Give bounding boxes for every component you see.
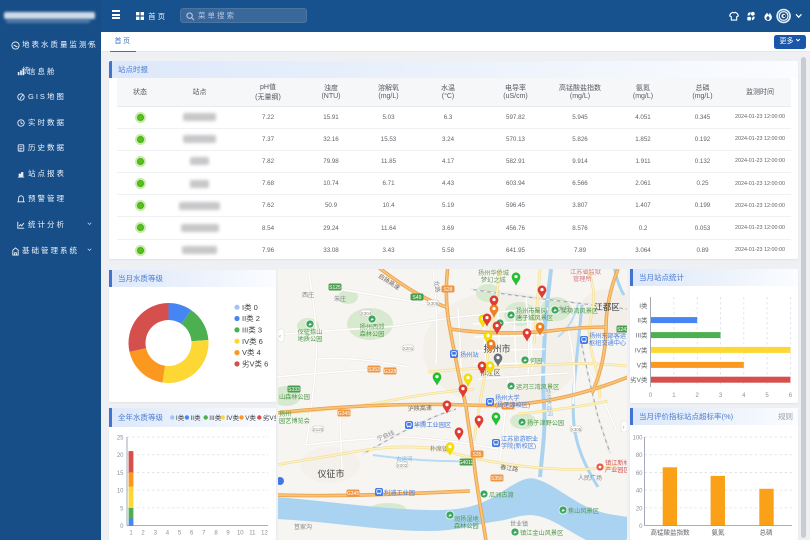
svg-text:笪家沟: 笪家沟 bbox=[294, 523, 312, 531]
svg-text:1: 1 bbox=[129, 531, 133, 537]
svg-text:(扬子津校区): (扬子津校区) bbox=[495, 401, 530, 409]
svg-text:I类 0: I类 0 bbox=[242, 302, 258, 312]
svg-text:森林公园: 森林公园 bbox=[360, 330, 385, 338]
svg-text:地质公园: 地质公园 bbox=[298, 335, 323, 343]
svg-text:I类: I类 bbox=[176, 413, 185, 422]
svg-text:江苏省监狱: 江苏省监狱 bbox=[570, 269, 601, 276]
svg-text:III类 3: III类 3 bbox=[242, 325, 262, 335]
svg-text:劣V类 6: 劣V类 6 bbox=[242, 359, 268, 369]
svg-text:学院(新校区): 学院(新校区) bbox=[501, 442, 536, 450]
svg-text:0: 0 bbox=[639, 524, 643, 530]
svg-text:10: 10 bbox=[117, 489, 124, 495]
svg-text:7: 7 bbox=[202, 531, 206, 537]
svg-text:扬子津野公园: 扬子津野公园 bbox=[527, 419, 564, 427]
svg-text:15: 15 bbox=[117, 471, 124, 477]
svg-text:II类: II类 bbox=[637, 316, 648, 325]
svg-text:0: 0 bbox=[649, 393, 653, 399]
svg-text:25: 25 bbox=[117, 436, 124, 442]
svg-text:III类: III类 bbox=[209, 413, 221, 422]
svg-text:‹: ‹ bbox=[279, 334, 281, 340]
svg-text:20: 20 bbox=[636, 506, 643, 512]
svg-text:IV类 6: IV类 6 bbox=[242, 336, 263, 346]
svg-text:劣V类: 劣V类 bbox=[630, 375, 648, 384]
svg-text:3: 3 bbox=[719, 393, 723, 399]
svg-text:4: 4 bbox=[742, 393, 746, 399]
svg-text:20: 20 bbox=[117, 453, 124, 459]
svg-text:唐子城风景区: 唐子城风景区 bbox=[516, 314, 553, 322]
svg-text:江苏旅游职业: 江苏旅游职业 bbox=[501, 435, 538, 443]
svg-text:利浦工业园: 利浦工业园 bbox=[384, 489, 415, 497]
svg-text:II类: II类 bbox=[191, 413, 202, 422]
svg-text:2: 2 bbox=[141, 531, 145, 537]
svg-text:西庄: 西庄 bbox=[302, 291, 314, 299]
svg-text:III类: III类 bbox=[636, 331, 648, 340]
svg-text:江都区: 江都区 bbox=[594, 302, 620, 312]
svg-text:华腾工业园区: 华腾工业园区 bbox=[414, 421, 451, 429]
svg-text:氨氮: 氨氮 bbox=[712, 528, 726, 537]
svg-text:IV类: IV类 bbox=[635, 345, 648, 354]
svg-text:大圩: 大圩 bbox=[558, 305, 570, 313]
svg-text:劣V类: 劣V类 bbox=[263, 413, 276, 422]
svg-text:V类: V类 bbox=[637, 360, 648, 369]
svg-text:朴席镇: 朴席镇 bbox=[430, 445, 448, 453]
svg-text:镇江金山风景区: 镇江金山风景区 bbox=[520, 529, 563, 537]
svg-text:80: 80 bbox=[636, 453, 643, 459]
svg-text:扬州西郊: 扬州西郊 bbox=[360, 323, 385, 331]
svg-text:人民广场: 人民广场 bbox=[578, 474, 602, 482]
svg-text:焦山风景区: 焦山风景区 bbox=[568, 507, 599, 515]
svg-text:6: 6 bbox=[190, 531, 194, 537]
svg-text:9: 9 bbox=[226, 531, 230, 537]
svg-text:产业园区: 产业园区 bbox=[605, 466, 627, 474]
svg-text:2: 2 bbox=[696, 393, 700, 399]
svg-text:朱庄: 朱庄 bbox=[334, 295, 346, 303]
svg-text:管理所: 管理所 bbox=[573, 275, 592, 283]
svg-text:总磷: 总磷 bbox=[760, 528, 774, 537]
svg-text:6: 6 bbox=[789, 393, 793, 399]
svg-text:镇江新材料: 镇江新材料 bbox=[605, 459, 627, 467]
svg-text:12: 12 bbox=[261, 531, 268, 537]
svg-text:运河三湾风景区: 运河三湾风景区 bbox=[516, 383, 559, 391]
svg-text:园艺博览会: 园艺博览会 bbox=[279, 417, 310, 425]
svg-text:100: 100 bbox=[632, 436, 643, 442]
svg-text:瓜洲古渡: 瓜洲古渡 bbox=[489, 491, 514, 499]
svg-text:扬州大学: 扬州大学 bbox=[495, 394, 520, 402]
svg-text:11: 11 bbox=[249, 531, 256, 537]
svg-text:扬州东部客运: 扬州东部客运 bbox=[589, 332, 626, 340]
svg-text:扬州: 扬州 bbox=[279, 410, 291, 418]
svg-text:40: 40 bbox=[636, 489, 643, 495]
svg-text:仪征捺山: 仪征捺山 bbox=[298, 328, 323, 336]
svg-text:扬州华侨城: 扬州华侨城 bbox=[478, 269, 509, 277]
svg-text:枢纽交通中心: 枢纽交通中心 bbox=[589, 339, 626, 347]
svg-text:5: 5 bbox=[765, 393, 769, 399]
svg-text:5: 5 bbox=[178, 531, 182, 537]
svg-text:I类: I类 bbox=[639, 301, 648, 310]
svg-text:何园: 何园 bbox=[530, 357, 542, 365]
svg-text:3: 3 bbox=[154, 531, 158, 537]
svg-text:V类 4: V类 4 bbox=[242, 347, 261, 357]
svg-text:0: 0 bbox=[120, 524, 124, 530]
svg-text:仪征市: 仪征市 bbox=[317, 468, 344, 479]
svg-text:梦幻之城: 梦幻之城 bbox=[481, 276, 506, 284]
svg-text:II类 2: II类 2 bbox=[242, 313, 260, 323]
svg-text:8: 8 bbox=[214, 531, 218, 537]
svg-text:V类: V类 bbox=[245, 413, 256, 422]
svg-text:10: 10 bbox=[237, 531, 244, 537]
svg-text:高锰酸盐指数: 高锰酸盐指数 bbox=[651, 528, 691, 537]
svg-text:›: › bbox=[623, 425, 625, 431]
svg-text:润扬湿地: 润扬湿地 bbox=[454, 515, 479, 523]
svg-text:扬州站: 扬州站 bbox=[460, 351, 479, 359]
svg-text:5: 5 bbox=[120, 506, 124, 512]
svg-text:60: 60 bbox=[636, 471, 643, 477]
svg-text:IV类: IV类 bbox=[226, 413, 239, 422]
svg-text:扬州市蜀冈: 扬州市蜀冈 bbox=[516, 307, 547, 315]
svg-text:1: 1 bbox=[672, 393, 676, 399]
svg-text:4: 4 bbox=[166, 531, 170, 537]
svg-text:山森林公园: 山森林公园 bbox=[279, 393, 310, 401]
svg-text:森林公园: 森林公园 bbox=[454, 522, 479, 530]
svg-text:世业镇: 世业镇 bbox=[510, 520, 528, 528]
